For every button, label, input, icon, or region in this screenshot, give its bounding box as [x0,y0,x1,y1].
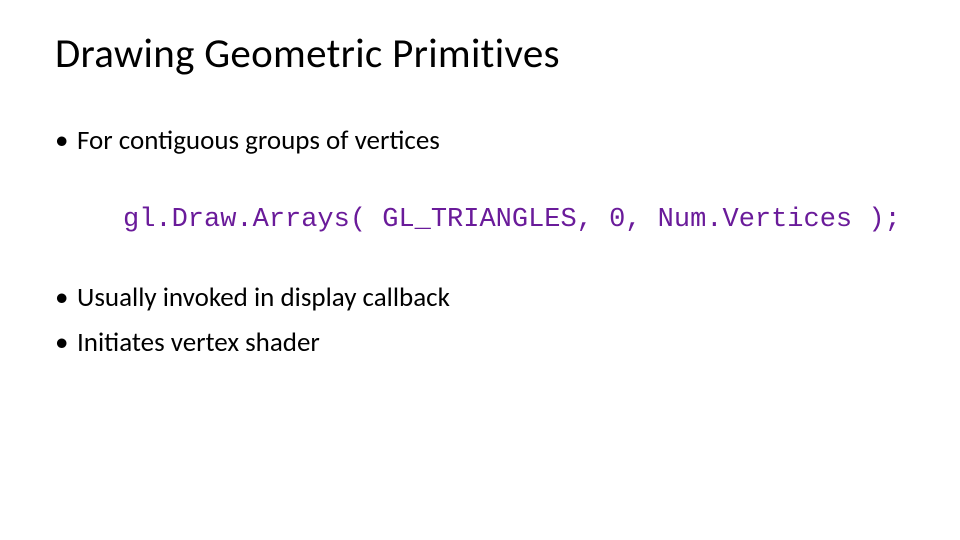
slide: Drawing Geometric Primitives For contigu… [0,0,960,540]
slide-title: Drawing Geometric Primitives [55,30,905,79]
list-item: For contiguous groups of vertices [55,123,905,159]
bullet-list-top: For contiguous groups of vertices [55,123,905,159]
list-item: Initiates vertex shader [55,325,905,361]
list-item: Usually invoked in display callback [55,280,905,316]
bullet-list-bottom: Usually invoked in display callback Init… [55,280,905,361]
code-line: gl.Draw.Arrays( GL_TRIANGLES, 0, Num.Ver… [123,202,905,238]
slide-body: For contiguous groups of vertices gl.Dra… [55,123,905,361]
